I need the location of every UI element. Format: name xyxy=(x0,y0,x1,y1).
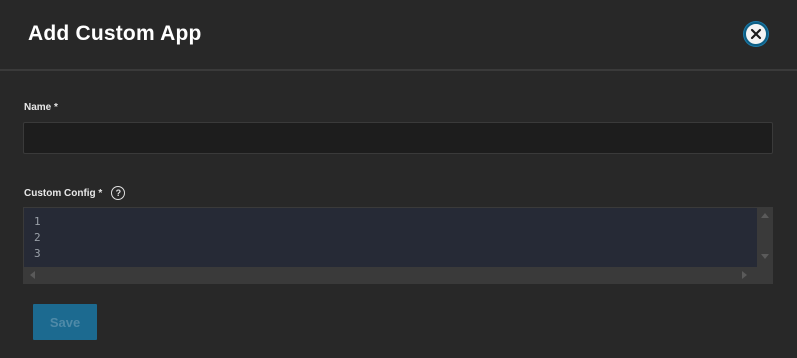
editor-line-number: 2 xyxy=(34,231,41,244)
editor-horizontal-scrollbar[interactable] xyxy=(24,267,757,283)
editor-lines[interactable]: 1 2 3 xyxy=(24,208,757,267)
custom-config-editor[interactable]: 1 2 3 xyxy=(23,207,773,284)
scroll-left-icon[interactable] xyxy=(30,271,35,279)
dialog-header: Add Custom App xyxy=(0,0,797,71)
name-input[interactable] xyxy=(23,122,773,154)
scrollbar-corner xyxy=(757,267,773,283)
editor-line-number: 3 xyxy=(34,247,41,260)
close-button[interactable] xyxy=(744,22,768,46)
save-button[interactable]: Save xyxy=(33,304,97,340)
close-icon xyxy=(750,28,762,40)
name-label: Name * xyxy=(24,102,58,113)
scroll-down-icon[interactable] xyxy=(761,254,769,259)
custom-config-label: Custom Config * xyxy=(24,187,103,199)
scroll-up-icon[interactable] xyxy=(761,213,769,218)
dialog-title: Add Custom App xyxy=(28,22,202,45)
custom-config-label-row: Custom Config * ? xyxy=(24,186,126,200)
editor-vertical-scrollbar[interactable] xyxy=(757,208,773,267)
help-icon[interactable]: ? xyxy=(111,186,126,200)
editor-line-number: 1 xyxy=(34,215,41,228)
scroll-right-icon[interactable] xyxy=(742,271,747,279)
